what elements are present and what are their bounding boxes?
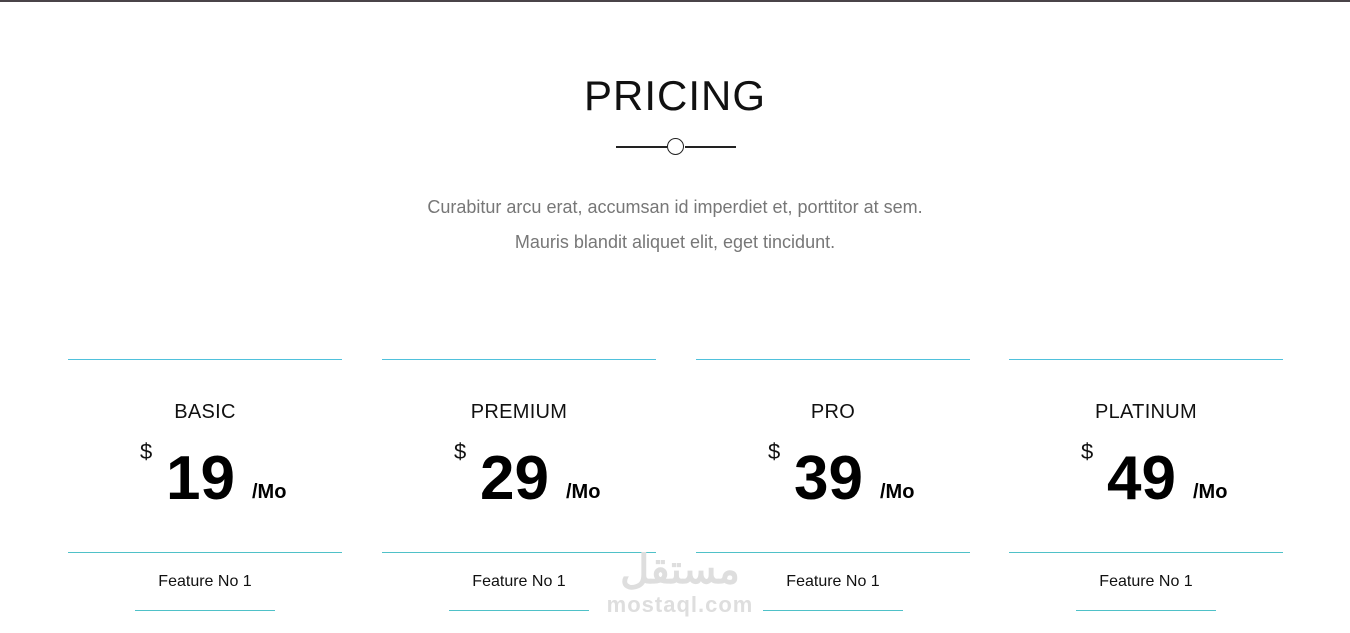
card-mid-line	[382, 552, 656, 553]
feature-item: Feature No 1	[786, 573, 880, 590]
currency-symbol: $	[140, 439, 153, 464]
plan-name: PRO	[810, 401, 856, 423]
price-period: /Mo	[566, 481, 601, 503]
price-row: $ 29 /Mo	[382, 439, 656, 519]
card-top-line	[1009, 359, 1283, 360]
pricing-card-pro: PRO $ 39 /Mo Feature No 1	[696, 359, 970, 619]
pricing-card-premium: PREMIUM $ 29 /Mo Feature No 1	[382, 359, 656, 619]
feature-underline	[763, 610, 903, 611]
plan-name: PREMIUM	[470, 401, 568, 423]
currency-symbol: $	[454, 439, 467, 464]
card-mid-line	[1009, 552, 1283, 553]
feature-item: Feature No 1	[472, 573, 566, 590]
price-period: /Mo	[252, 481, 287, 503]
section-subtitle-line2: Mauris blandit aliquet elit, eget tincid…	[514, 232, 836, 252]
card-mid-line	[68, 552, 342, 553]
divider-circle-icon	[667, 138, 684, 155]
card-top-line	[382, 359, 656, 360]
section-title: PRICING	[583, 72, 766, 119]
price-amount: 49	[1107, 444, 1176, 513]
top-border	[0, 0, 1350, 2]
divider-line-left	[616, 146, 667, 148]
price-row: $ 49 /Mo	[1009, 439, 1283, 519]
feature-item: Feature No 1	[158, 573, 252, 590]
card-top-line	[68, 359, 342, 360]
card-mid-line	[696, 552, 970, 553]
divider-line-right	[685, 146, 736, 148]
feature-underline	[1076, 610, 1216, 611]
section-subtitle-line1: Curabitur arcu erat, accumsan id imperdi…	[427, 197, 923, 217]
currency-symbol: $	[768, 439, 781, 464]
price-amount: 19	[166, 444, 235, 513]
feature-underline	[135, 610, 275, 611]
plan-name: PLATINUM	[1094, 401, 1198, 423]
price-amount: 39	[794, 444, 863, 513]
pricing-card-platinum: PLATINUM $ 49 /Mo Feature No 1	[1009, 359, 1283, 619]
card-top-line	[696, 359, 970, 360]
price-period: /Mo	[880, 481, 915, 503]
title-divider	[616, 137, 736, 157]
plan-name: BASIC	[174, 401, 236, 423]
price-row: $ 39 /Mo	[696, 439, 970, 519]
currency-symbol: $	[1081, 439, 1094, 464]
pricing-card-basic: BASIC $ 19 /Mo Feature No 1	[68, 359, 342, 619]
price-amount: 29	[480, 444, 549, 513]
price-period: /Mo	[1193, 481, 1228, 503]
feature-item: Feature No 1	[1099, 573, 1193, 590]
feature-underline	[449, 610, 589, 611]
price-row: $ 19 /Mo	[68, 439, 342, 519]
